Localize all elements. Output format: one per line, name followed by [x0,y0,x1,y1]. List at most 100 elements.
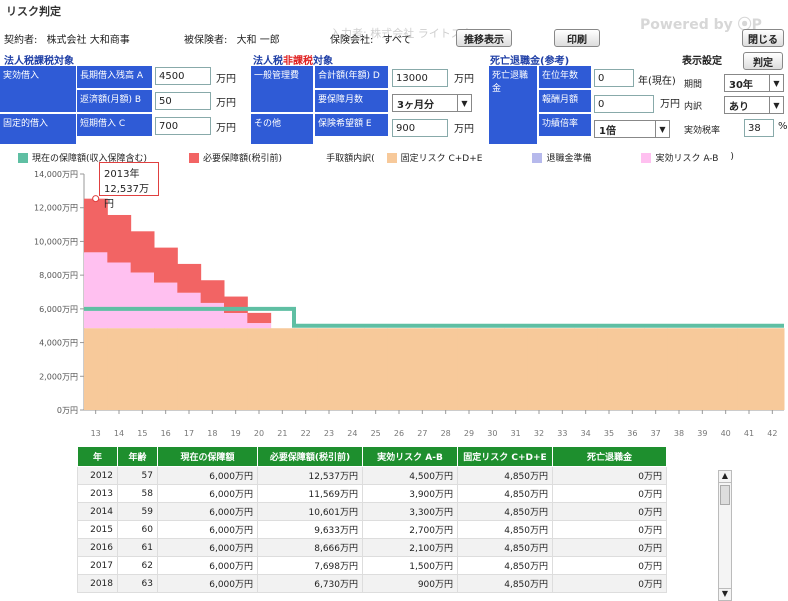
table-cell: 3,300万円 [362,502,458,521]
table-cell: 4,850万円 [457,520,553,539]
active-borrowing-label: 実効借入 [0,66,76,112]
fixed-risk-bar [154,328,178,410]
x-tick-label: 22 [301,429,311,438]
short-term-unit: 万円 [216,123,236,134]
tenure-input[interactable]: 0 [594,69,634,87]
months-label: 要保障月数 [315,90,388,112]
table-cell: 60 [117,520,158,539]
fixed-risk-bar [737,328,762,410]
x-tick-label: 19 [231,429,241,438]
fixed-risk-bar [247,328,272,410]
fixed-risk-bar [107,328,132,410]
y-tick-label: 10,000万円 [34,237,78,246]
total-annual-input[interactable]: 13000 [392,69,448,87]
x-tick-label: 28 [441,429,451,438]
legend-breakdown-label: 手取額内訳( [326,153,375,164]
breakdown-select[interactable]: あり ▼ [724,96,784,114]
legend-active: 実効リスク A-B [641,151,718,164]
repay-input[interactable]: 50 [155,92,211,110]
table-cell: 12,537万円 [257,466,363,485]
fixed-risk-bar [387,328,412,410]
months-select-value: 3ヶ月分 [397,99,434,111]
table-header-cell: 年 [77,446,118,467]
y-tick-label: 6,000万円 [39,305,78,314]
y-tick-label: 8,000万円 [39,271,78,280]
scroll-thumb[interactable] [720,485,730,505]
scroll-down-icon[interactable]: ▼ [719,588,731,600]
hope-amount-input[interactable]: 900 [392,119,448,137]
close-button[interactable]: 閉じる [742,29,784,47]
merit-select[interactable]: 1倍 ▼ [594,120,670,138]
fixed-risk-bar [200,328,225,410]
table-scrollbar[interactable]: ▲ ▼ [718,470,732,601]
contractor-label: 契約者: [4,35,38,46]
merit-label: 功績倍率 [539,114,591,136]
table-cell: 2012 [77,466,118,485]
scroll-up-icon[interactable]: ▲ [719,471,731,483]
table-cell: 11,569万円 [257,484,363,503]
reward-unit: 万円 [660,99,680,110]
reward-input[interactable]: 0 [594,95,654,113]
trend-display-button[interactable]: 推移表示 [456,29,512,47]
table-header-cell: 年齢 [117,446,158,467]
table-cell: 1,500万円 [362,556,458,575]
fixed-risk-bar [130,328,155,410]
judge-button[interactable]: 判定 [743,52,783,70]
legend-active-label: 実効リスク A-B [655,153,719,164]
long-term-input[interactable]: 4500 [155,67,211,85]
x-tick-label: 39 [697,429,707,438]
table-cell: 59 [117,502,158,521]
table-cell: 2,100万円 [362,538,458,557]
table-row: 2018 63 6,000万円 6,730万円 900万円 4,850万円 0万円 [77,574,667,593]
table-cell: 4,850万円 [457,538,553,557]
contractor-row: 契約者: 株式会社 大和商事 [4,31,130,46]
fixed-risk-bar [270,328,295,410]
period-label: 期間 [684,80,703,90]
breakdown-select-value: あり [729,101,749,113]
table-cell: 2013 [77,484,118,503]
legend-needed-label: 必要保障額(税引前) [203,153,283,164]
fixed-risk-bar [410,328,435,410]
chevron-down-icon: ▼ [769,75,783,91]
x-tick-label: 37 [651,429,661,438]
y-tick-label: 0万円 [57,406,78,415]
needed-bar [107,214,132,263]
period-select[interactable]: 30年 ▼ [724,74,784,92]
table-cell: 6,000万円 [157,484,258,503]
table-header-cell: 現在の保障額 [157,446,258,467]
x-tick-label: 13 [91,429,101,438]
data-table-container: 年年齢 現在の保障額 必要保障額(税引前) 実効リスク A-B 固定リスク C+D+E 死… [77,446,667,593]
contractor-value: 株式会社 大和商事 [46,35,130,46]
total-annual-unit: 万円 [454,74,474,85]
x-tick-label: 23 [324,429,334,438]
table-row: 2015 60 6,000万円 9,633万円 2,700万円 4,850万円 0万円 [77,520,667,539]
months-select[interactable]: 3ヶ月分 ▼ [392,94,472,112]
insured-label: 被保険者: [184,35,228,46]
legend-fixed: 固定リスク C+D+E [386,151,482,164]
table-cell: 4,500万円 [362,466,458,485]
x-tick-label: 21 [277,429,287,438]
tax-rate-input[interactable]: 38 [744,119,774,137]
active-risk-bar [200,302,225,329]
table-row: 2013 58 6,000万円 11,569万円 3,900万円 4,850万円 0万円 [77,484,667,503]
fixed-risk-bar [574,328,598,410]
hope-amount-label: 保険希望額 E [315,114,388,136]
table-header-row: 年年齢 現在の保障額 必要保障額(税引前) 実効リスク A-B 固定リスク C+D+E 死… [77,446,667,467]
print-button[interactable]: 印刷 [554,29,600,47]
section-corp-nontax: 法人税非課税対象 [253,52,333,67]
x-tick-label: 18 [207,429,217,438]
chevron-down-icon: ▼ [655,121,669,137]
x-tick-label: 33 [557,429,567,438]
table-cell: 4,850万円 [457,556,553,575]
legend-retire-label: 退職金準備 [546,153,592,164]
fixed-risk-bar [340,328,365,410]
table-cell: 6,000万円 [157,538,258,557]
x-tick-label: 41 [744,429,754,438]
table-header-cell: 死亡退職金 [552,446,667,467]
table-cell: 6,000万円 [157,556,258,575]
short-term-input[interactable]: 700 [155,117,211,135]
app-title: リスク判定 [6,5,61,18]
death-retire-label: 死亡退職金 [489,66,537,144]
reward-label: 報酬月額 [539,90,591,112]
x-tick-label: 27 [417,429,427,438]
